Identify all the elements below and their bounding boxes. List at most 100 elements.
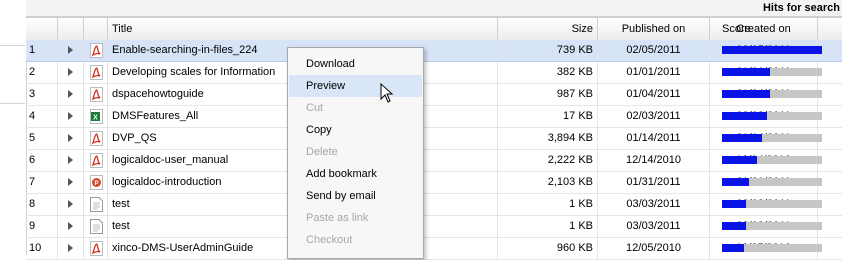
text-file-icon	[90, 197, 103, 212]
score-bar-fill	[722, 244, 744, 252]
svg-text:P: P	[94, 181, 98, 187]
expand-cell[interactable]	[58, 216, 84, 237]
row-number: 7	[26, 172, 58, 193]
score-bar-fill	[722, 90, 770, 98]
published-date: 01/04/2011	[598, 84, 710, 105]
grid-header: Title Size Published on Created on Score	[26, 17, 842, 41]
expand-cell[interactable]	[58, 150, 84, 171]
file-type-cell	[84, 84, 108, 105]
document-size: 1 KB	[498, 194, 598, 215]
document-size: 2,103 KB	[498, 172, 598, 193]
published-date: 01/14/2011	[598, 128, 710, 149]
excel-icon: X	[90, 109, 103, 124]
menu-item-add-bookmark[interactable]: Add bookmark	[289, 163, 422, 185]
expand-cell[interactable]	[58, 238, 84, 259]
table-row[interactable]: 1 Enable-searching-in-files_224 739 KB 02/0…	[26, 40, 842, 62]
score-bar	[722, 244, 822, 252]
document-size: 987 KB	[498, 84, 598, 105]
score-bar	[722, 68, 822, 76]
header-num	[26, 18, 58, 40]
table-row[interactable]: 7 Plogicaldoc-introduction 2,103 KB 01/31/2…	[26, 172, 842, 194]
header-published[interactable]: Published on	[598, 18, 710, 40]
score-cell	[718, 238, 842, 259]
score-bar-fill	[722, 222, 746, 230]
expand-arrow-icon[interactable]	[68, 134, 73, 143]
expand-arrow-icon[interactable]	[68, 156, 73, 165]
table-row[interactable]: 2 Developing scales for Information 382 KB…	[26, 62, 842, 84]
score-bar	[722, 222, 822, 230]
pdf-icon	[90, 43, 103, 58]
mouse-pointer-icon	[380, 83, 394, 103]
row-number: 10	[26, 238, 58, 259]
expand-cell[interactable]	[58, 172, 84, 193]
expand-arrow-icon[interactable]	[68, 112, 73, 121]
expand-cell[interactable]	[58, 84, 84, 105]
score-cell	[718, 150, 842, 171]
expand-arrow-icon[interactable]	[68, 244, 73, 253]
expand-cell[interactable]	[58, 106, 84, 127]
score-bar-fill	[722, 156, 757, 164]
score-bar	[722, 112, 822, 120]
published-date: 02/03/2011	[598, 106, 710, 127]
pdf-icon	[90, 241, 103, 256]
header-expand	[58, 18, 84, 40]
expand-cell[interactable]	[58, 128, 84, 149]
menu-item-paste-as-link: Paste as link	[306, 212, 369, 224]
document-size: 739 KB	[498, 40, 598, 61]
menu-item-download[interactable]: Download	[289, 53, 422, 75]
table-row[interactable]: 8test1 KB03/03/201103/03/2011	[26, 194, 842, 216]
document-size: 1 KB	[498, 216, 598, 237]
expand-arrow-icon[interactable]	[68, 90, 73, 99]
published-date: 03/03/2011	[598, 194, 710, 215]
gutter-divider	[0, 45, 25, 46]
published-date: 12/05/2010	[598, 238, 710, 259]
score-cell	[718, 128, 842, 149]
expand-arrow-icon[interactable]	[68, 200, 73, 209]
header-size[interactable]: Size	[498, 18, 598, 40]
score-cell	[718, 84, 842, 105]
row-number: 3	[26, 84, 58, 105]
expand-cell[interactable]	[58, 194, 84, 215]
expand-arrow-icon[interactable]	[68, 178, 73, 187]
table-row[interactable]: 3dspacehowtoguide987 KB01/04/201101/04/2…	[26, 84, 842, 106]
table-row[interactable]: 10 xinco-DMS-UserAdminGuide 960 KB 12/05/20…	[26, 238, 842, 260]
menu-item-send-by-email[interactable]: Send by email	[289, 185, 422, 207]
score-cell	[718, 62, 842, 83]
expand-arrow-icon[interactable]	[68, 68, 73, 77]
published-date: 01/31/2011	[598, 172, 710, 193]
expand-cell[interactable]	[58, 40, 84, 61]
menu-item-cut: Cut	[306, 102, 324, 114]
header-title[interactable]: Title	[108, 18, 498, 40]
row-number: 1	[26, 40, 58, 61]
score-bar-fill	[722, 178, 749, 186]
file-type-cell	[84, 62, 108, 83]
row-number: 5	[26, 128, 58, 149]
expand-cell[interactable]	[58, 62, 84, 83]
file-type-cell	[84, 150, 108, 171]
table-row[interactable]: 4XDMSFeatures_All17 KB02/03/201102/03/20…	[26, 106, 842, 128]
menu-item-copy[interactable]: Copy	[289, 119, 422, 141]
svg-text:X: X	[93, 115, 98, 122]
header-score[interactable]: Score	[718, 18, 842, 40]
document-size: 17 KB	[498, 106, 598, 127]
row-number: 8	[26, 194, 58, 215]
score-cell	[718, 106, 842, 127]
gutter-divider	[0, 103, 25, 104]
text-file-icon	[90, 219, 103, 234]
expand-arrow-icon[interactable]	[68, 222, 73, 231]
menu-item-preview[interactable]: Preview	[289, 75, 422, 97]
score-bar	[722, 134, 822, 142]
score-bar-fill	[722, 46, 822, 54]
table-row[interactable]: 5DVP_QS3,894 KB01/14/201101/14/2011	[26, 128, 842, 150]
file-type-cell: X	[84, 106, 108, 127]
row-number: 6	[26, 150, 58, 171]
score-bar-fill	[722, 134, 762, 142]
row-number: 9	[26, 216, 58, 237]
pdf-icon	[90, 87, 103, 102]
table-row[interactable]: 9test1 KB03/03/201103/03/2011	[26, 216, 842, 238]
score-bar-fill	[722, 68, 770, 76]
expand-arrow-icon[interactable]	[68, 46, 73, 55]
table-row[interactable]: 6 logicaldoc-user_manual 2,222 KB 12/14/201…	[26, 150, 842, 172]
file-type-cell	[84, 238, 108, 259]
document-size: 3,894 KB	[498, 128, 598, 149]
